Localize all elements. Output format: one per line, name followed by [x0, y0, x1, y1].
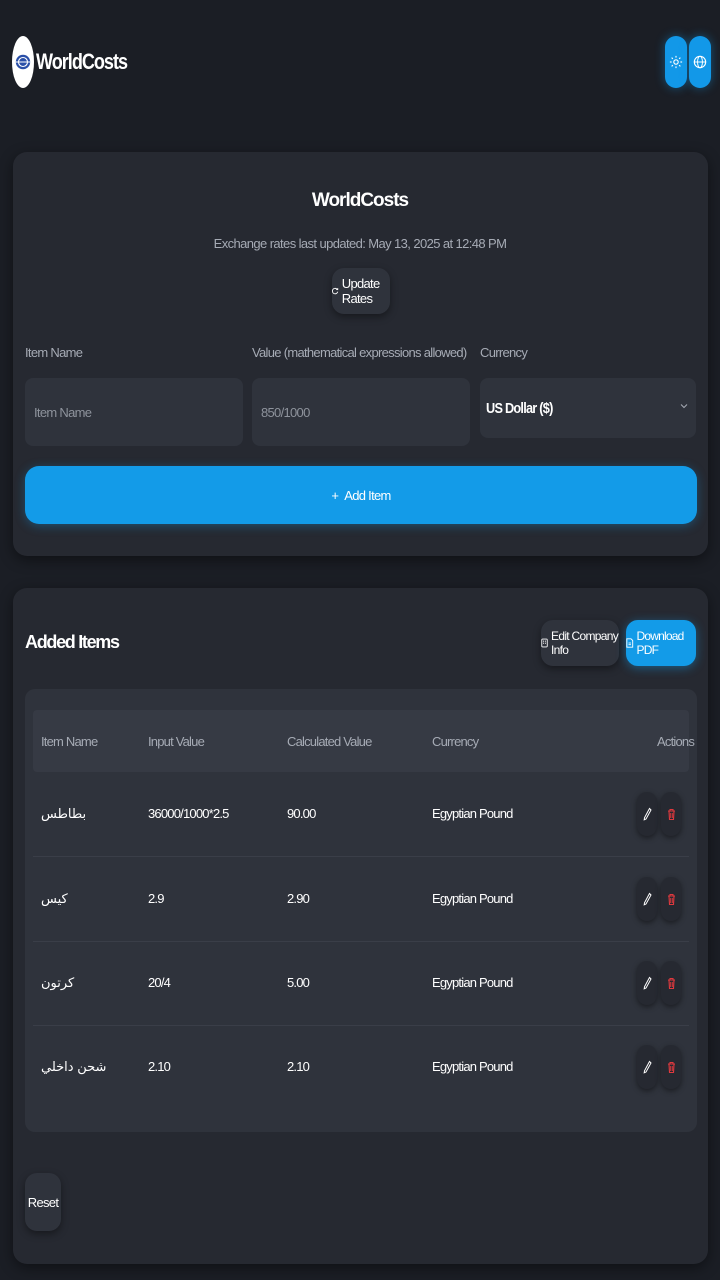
edit-company-info-label: Edit Company Info [551, 629, 619, 657]
currency-cell: Egyptian Pound [432, 891, 513, 906]
update-rates-button[interactable]: Update Rates [332, 268, 390, 314]
globe-icon [693, 55, 707, 69]
column-header-currency: Currency [432, 734, 479, 749]
pencil-icon [643, 976, 652, 990]
plus-icon: + [331, 487, 339, 503]
app-header: WorldCosts [0, 0, 720, 125]
reset-label: Reset [27, 1194, 59, 1210]
add-item-button[interactable]: + Add Item [25, 466, 697, 524]
delete-item-button[interactable] [661, 961, 681, 1005]
edit-company-info-button[interactable]: Edit Company Info [541, 620, 619, 666]
download-pdf-button[interactable]: Download PDF [626, 620, 696, 666]
theme-toggle-button[interactable] [665, 36, 687, 88]
input-value-cell: 20/4 [148, 975, 171, 990]
item-name-cell: بطاطس [41, 806, 87, 821]
trash-icon [667, 977, 675, 990]
currency-selected-value: US Dollar ($) [486, 399, 553, 417]
pencil-icon [643, 807, 652, 821]
calculated-value-cell: 90.00 [287, 806, 316, 821]
pencil-icon [643, 892, 652, 906]
trash-icon [667, 1061, 675, 1074]
rates-updated-text: Exchange rates last updated: May 13, 202… [213, 236, 507, 251]
column-header-actions: Actions [657, 734, 695, 749]
brand-name: WorldCosts [36, 49, 128, 74]
delete-item-button[interactable] [661, 877, 681, 921]
update-rates-label: Update Rates [341, 276, 380, 306]
calculated-value-cell: 2.90 [287, 891, 310, 906]
edit-item-button[interactable] [637, 1045, 657, 1089]
trash-icon [667, 893, 675, 906]
value-placeholder: 850/1000 [261, 404, 310, 420]
item-name-cell: كرتون [41, 975, 75, 990]
globe-logo-icon [12, 36, 34, 88]
currency-label: Currency [480, 345, 528, 360]
edit-item-button[interactable] [637, 877, 657, 921]
edit-item-button[interactable] [637, 961, 657, 1005]
currency-cell: Egyptian Pound [432, 806, 513, 821]
item-name-cell: شحن داخلي [41, 1059, 107, 1074]
language-button[interactable] [689, 36, 711, 88]
currency-cell: Egyptian Pound [432, 975, 513, 990]
row-divider [33, 856, 689, 857]
item-name-input[interactable]: Item Name [25, 378, 243, 446]
column-header-input-value: Input Value [148, 734, 205, 749]
currency-cell: Egyptian Pound [432, 1059, 513, 1074]
building-icon [541, 638, 548, 648]
row-divider [33, 1025, 689, 1026]
item-name-cell: كيس [41, 891, 68, 906]
row-divider [33, 941, 689, 942]
delete-item-button[interactable] [661, 792, 681, 836]
value-label: Value (mathematical expressions allowed) [252, 345, 467, 360]
input-value-cell: 2.10 [148, 1059, 171, 1074]
trash-icon [667, 808, 675, 821]
delete-item-button[interactable] [661, 1045, 681, 1089]
column-header-item-name: Item Name [41, 734, 98, 749]
pencil-icon [643, 1060, 652, 1074]
input-value-cell: 2.9 [148, 891, 164, 906]
calculated-value-cell: 5.00 [287, 975, 310, 990]
edit-item-button[interactable] [637, 792, 657, 836]
column-header-calculated-value: Calculated Value [287, 734, 372, 749]
brand[interactable]: WorldCosts [12, 36, 147, 88]
reset-button[interactable]: Reset [25, 1173, 61, 1231]
value-input[interactable]: 850/1000 [252, 378, 470, 446]
add-item-label: Add Item [344, 487, 391, 503]
download-pdf-label: Download PDF [636, 629, 685, 657]
item-name-placeholder: Item Name [34, 404, 92, 420]
added-items-title: Added Items [25, 632, 120, 652]
file-pdf-icon [626, 638, 634, 648]
sun-icon [669, 55, 683, 69]
item-name-label: Item Name [25, 345, 83, 360]
input-value-cell: 36000/1000*2.5 [148, 806, 229, 821]
currency-select[interactable]: US Dollar ($) [480, 378, 696, 438]
refresh-icon [332, 287, 339, 295]
converter-title: WorldCosts [311, 190, 409, 211]
calculated-value-cell: 2.10 [287, 1059, 310, 1074]
chevron-down-icon [680, 404, 688, 409]
